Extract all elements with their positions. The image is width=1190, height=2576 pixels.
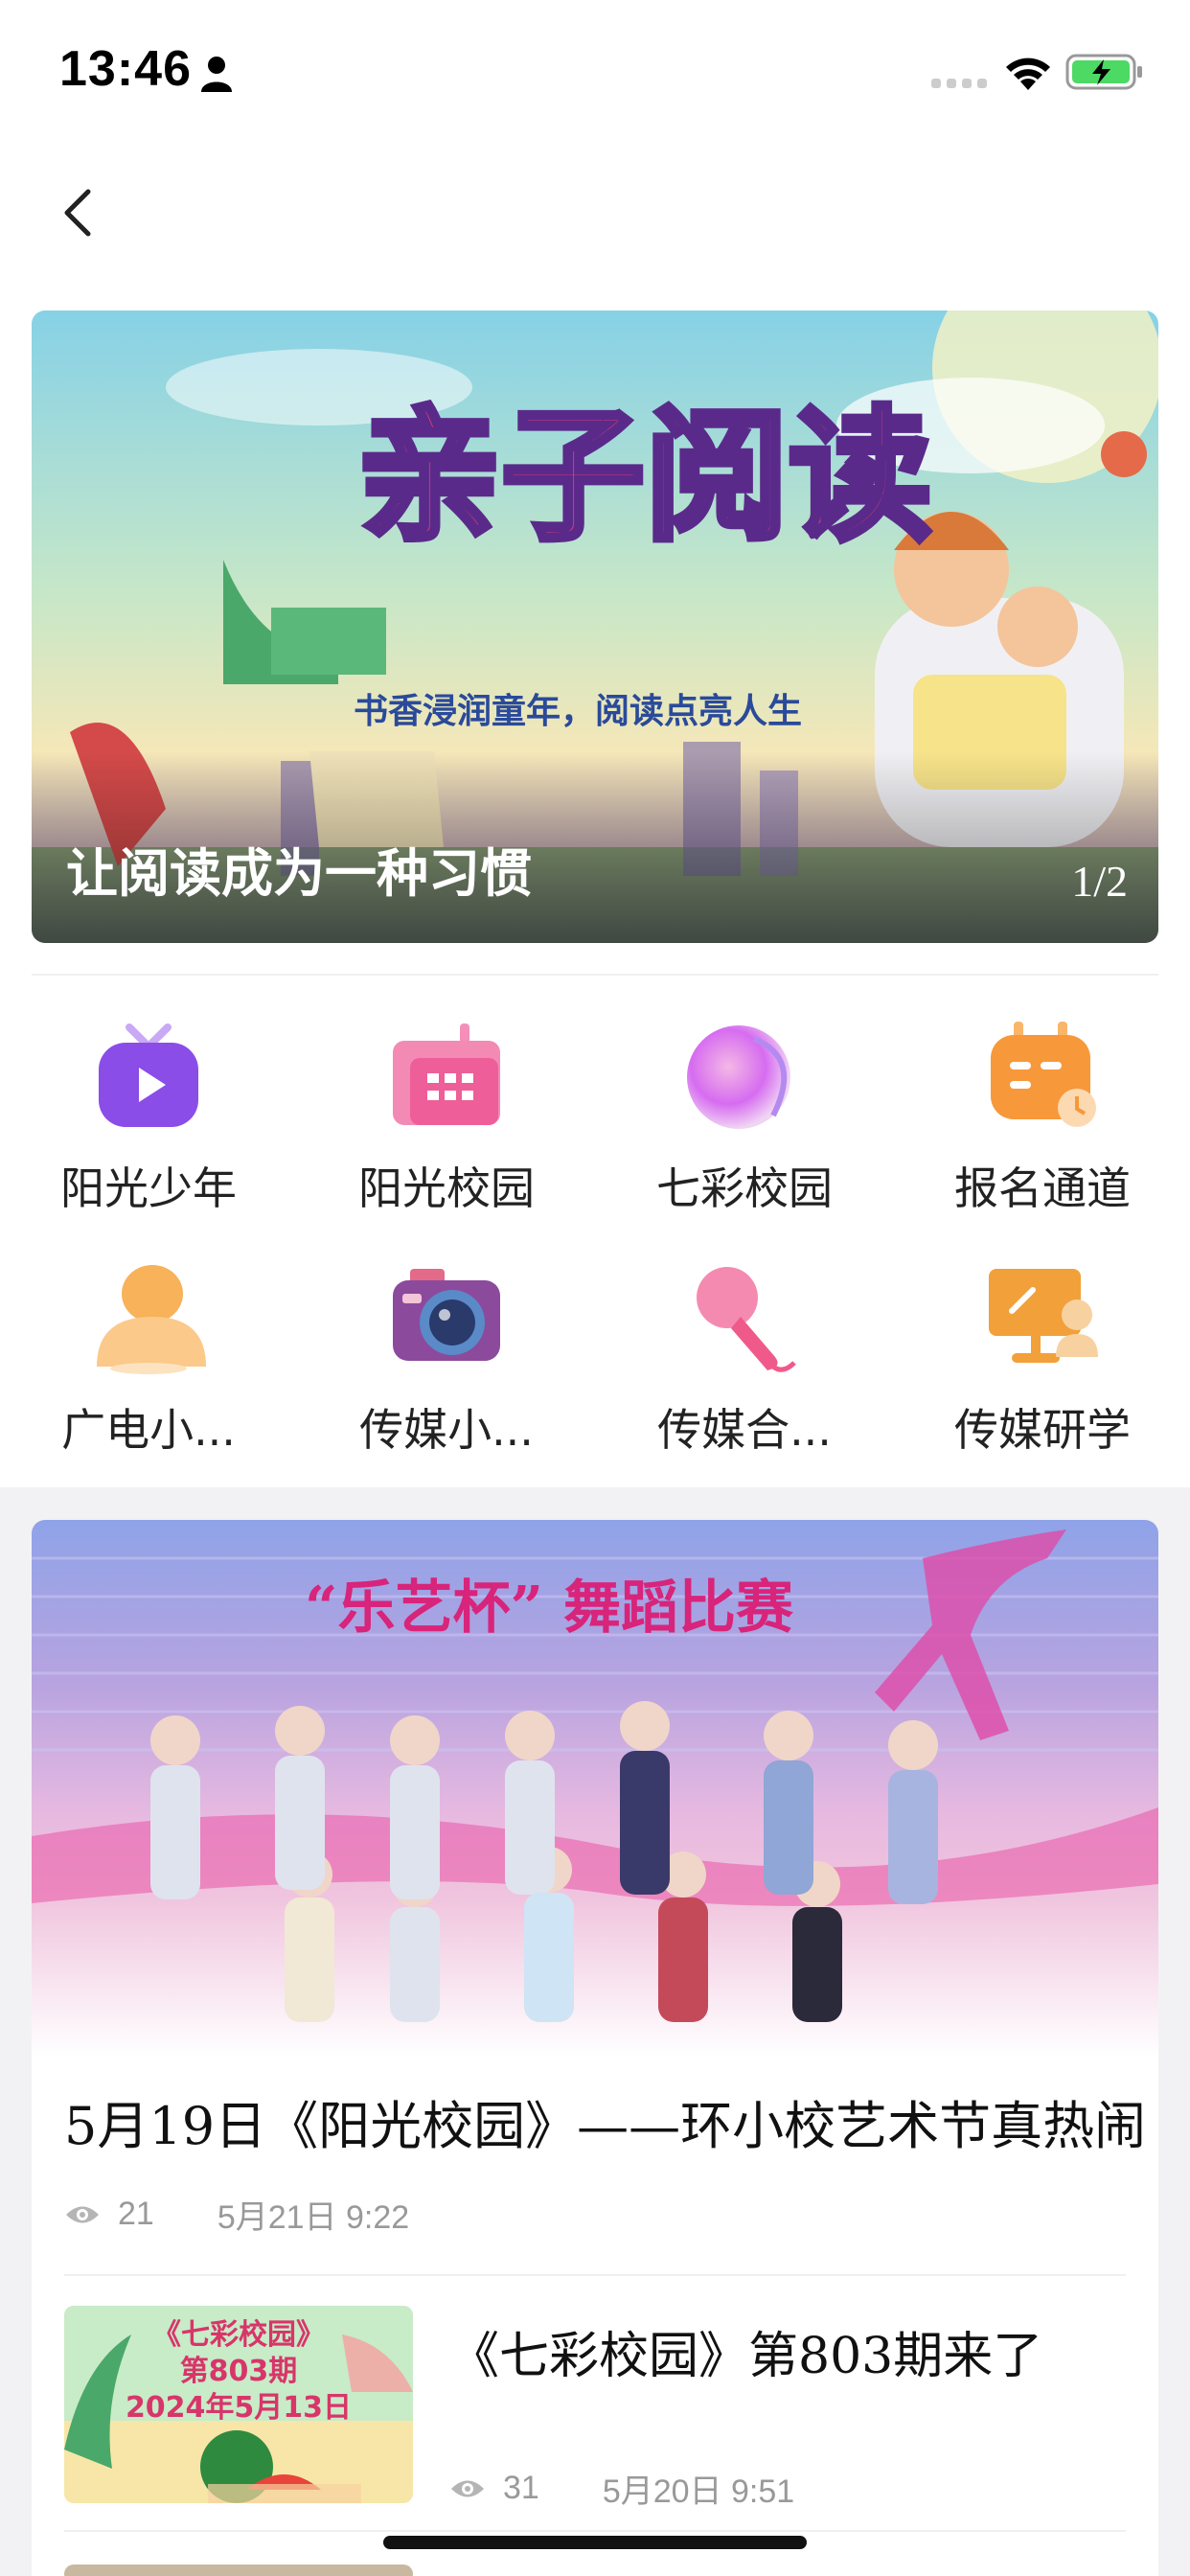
grid-item-media-study[interactable]: 传媒研学 (899, 1261, 1186, 1482)
section-divider (32, 974, 1158, 976)
grid-label: 传媒合... (657, 1404, 832, 1456)
grid-label: 阳光少年 (60, 1162, 237, 1214)
banner-headline-art: 亲子阅读 (357, 394, 932, 561)
calendar-clock-icon (991, 1022, 1096, 1127)
grid-label: 报名通道 (954, 1162, 1131, 1214)
eye-icon (66, 2206, 99, 2222)
thumbnail-line-2: 第803期 (180, 2355, 298, 2388)
banner-caption: 让阅读成为一种习惯 (66, 842, 532, 904)
news-feed: “乐艺杯” 舞蹈比赛 5月19日《阳光校园》——环小校艺术节真热闹 21 5月2… (32, 1520, 1158, 2576)
status-bar: 13:46 (0, 0, 1190, 134)
play-tv-icon (99, 1024, 198, 1127)
colorful-campus-thumbnail: 《七彩校园》 第803期 2024年5月13日 (64, 2306, 413, 2503)
wifi-icon (1006, 58, 1050, 90)
nav-bar (0, 134, 1190, 288)
publish-time: 5月21日 9:22 (217, 2199, 410, 2236)
grid-item-colorful-campus[interactable]: 七彩校园 (601, 1020, 888, 1240)
person-icon (97, 1265, 206, 1374)
banner-slogan-art: 书香浸润童年，阅读点亮人生 (354, 691, 802, 731)
grid-label: 广电小... (61, 1404, 236, 1456)
banner-page-indicator: 1/2 (1071, 857, 1128, 906)
grid-label: 传媒研学 (954, 1404, 1131, 1456)
grid-item-sunshine-campus[interactable]: 阳光校园 (303, 1020, 590, 1240)
featured-article-title[interactable]: 5月19日《阳光校园》——环小校艺术节真热闹 (64, 2083, 1146, 2159)
person-icon (201, 57, 232, 92)
eye-icon (451, 2480, 484, 2496)
status-time: 13:46 (59, 41, 192, 97)
featured-article-meta: 21 5月21日 9:22 (64, 2191, 409, 2238)
view-count: 31 (503, 2470, 539, 2506)
grid-label: 七彩校园 (656, 1162, 833, 1214)
gradient-orb-icon (687, 1025, 790, 1129)
article-meta: 31 5月20日 9:51 (449, 2465, 794, 2512)
calendar-grid-icon (393, 1024, 500, 1125)
home-indicator[interactable] (383, 2536, 807, 2549)
grid-label: 阳光校园 (358, 1162, 535, 1214)
battery-icon (1065, 54, 1142, 90)
banner-carousel[interactable]: 亲子阅读 书香浸润童年，阅读点亮人生 让阅读成为一种习惯 1/2 (32, 310, 1158, 943)
signal-icon (931, 79, 987, 88)
microphone-icon (697, 1267, 796, 1372)
publish-time: 5月20日 9:51 (602, 2473, 795, 2510)
grid-item-media-cooperation[interactable]: 传媒合... (601, 1261, 888, 1482)
article-title[interactable]: 《七彩校园》第803期来了 (449, 2315, 1042, 2387)
presentation-icon (989, 1269, 1098, 1363)
back-button[interactable] (50, 178, 107, 245)
featured-article-image[interactable]: “乐艺杯” 舞蹈比赛 (32, 1520, 1158, 2057)
grid-item-media-small[interactable]: 传媒小... (303, 1261, 590, 1482)
grid-item-sunshine-youth[interactable]: 阳光少年 (5, 1020, 292, 1240)
row-divider (64, 2530, 1126, 2532)
grid-item-broadcast[interactable]: 广电小... (5, 1261, 292, 1482)
row-divider (64, 2274, 1126, 2276)
thumbnail-line-1: 《七彩校园》 (152, 2318, 325, 2352)
view-count: 21 (118, 2196, 154, 2232)
dance-competition-photo: “乐艺杯” 舞蹈比赛 (32, 1530, 1158, 2022)
article-thumbnail[interactable]: 《七彩校园》 第803期 2024年5月13日 (64, 2306, 413, 2503)
thumbnail-line-3: 2024年5月13日 (126, 2391, 352, 2425)
featured-image-text: “乐艺杯” 舞蹈比赛 (305, 1575, 794, 1642)
grid-item-registration[interactable]: 报名通道 (899, 1020, 1186, 1240)
grid-label: 传媒小... (359, 1404, 534, 1456)
next-article-thumbnail[interactable] (64, 2564, 413, 2576)
camera-icon (393, 1269, 500, 1361)
